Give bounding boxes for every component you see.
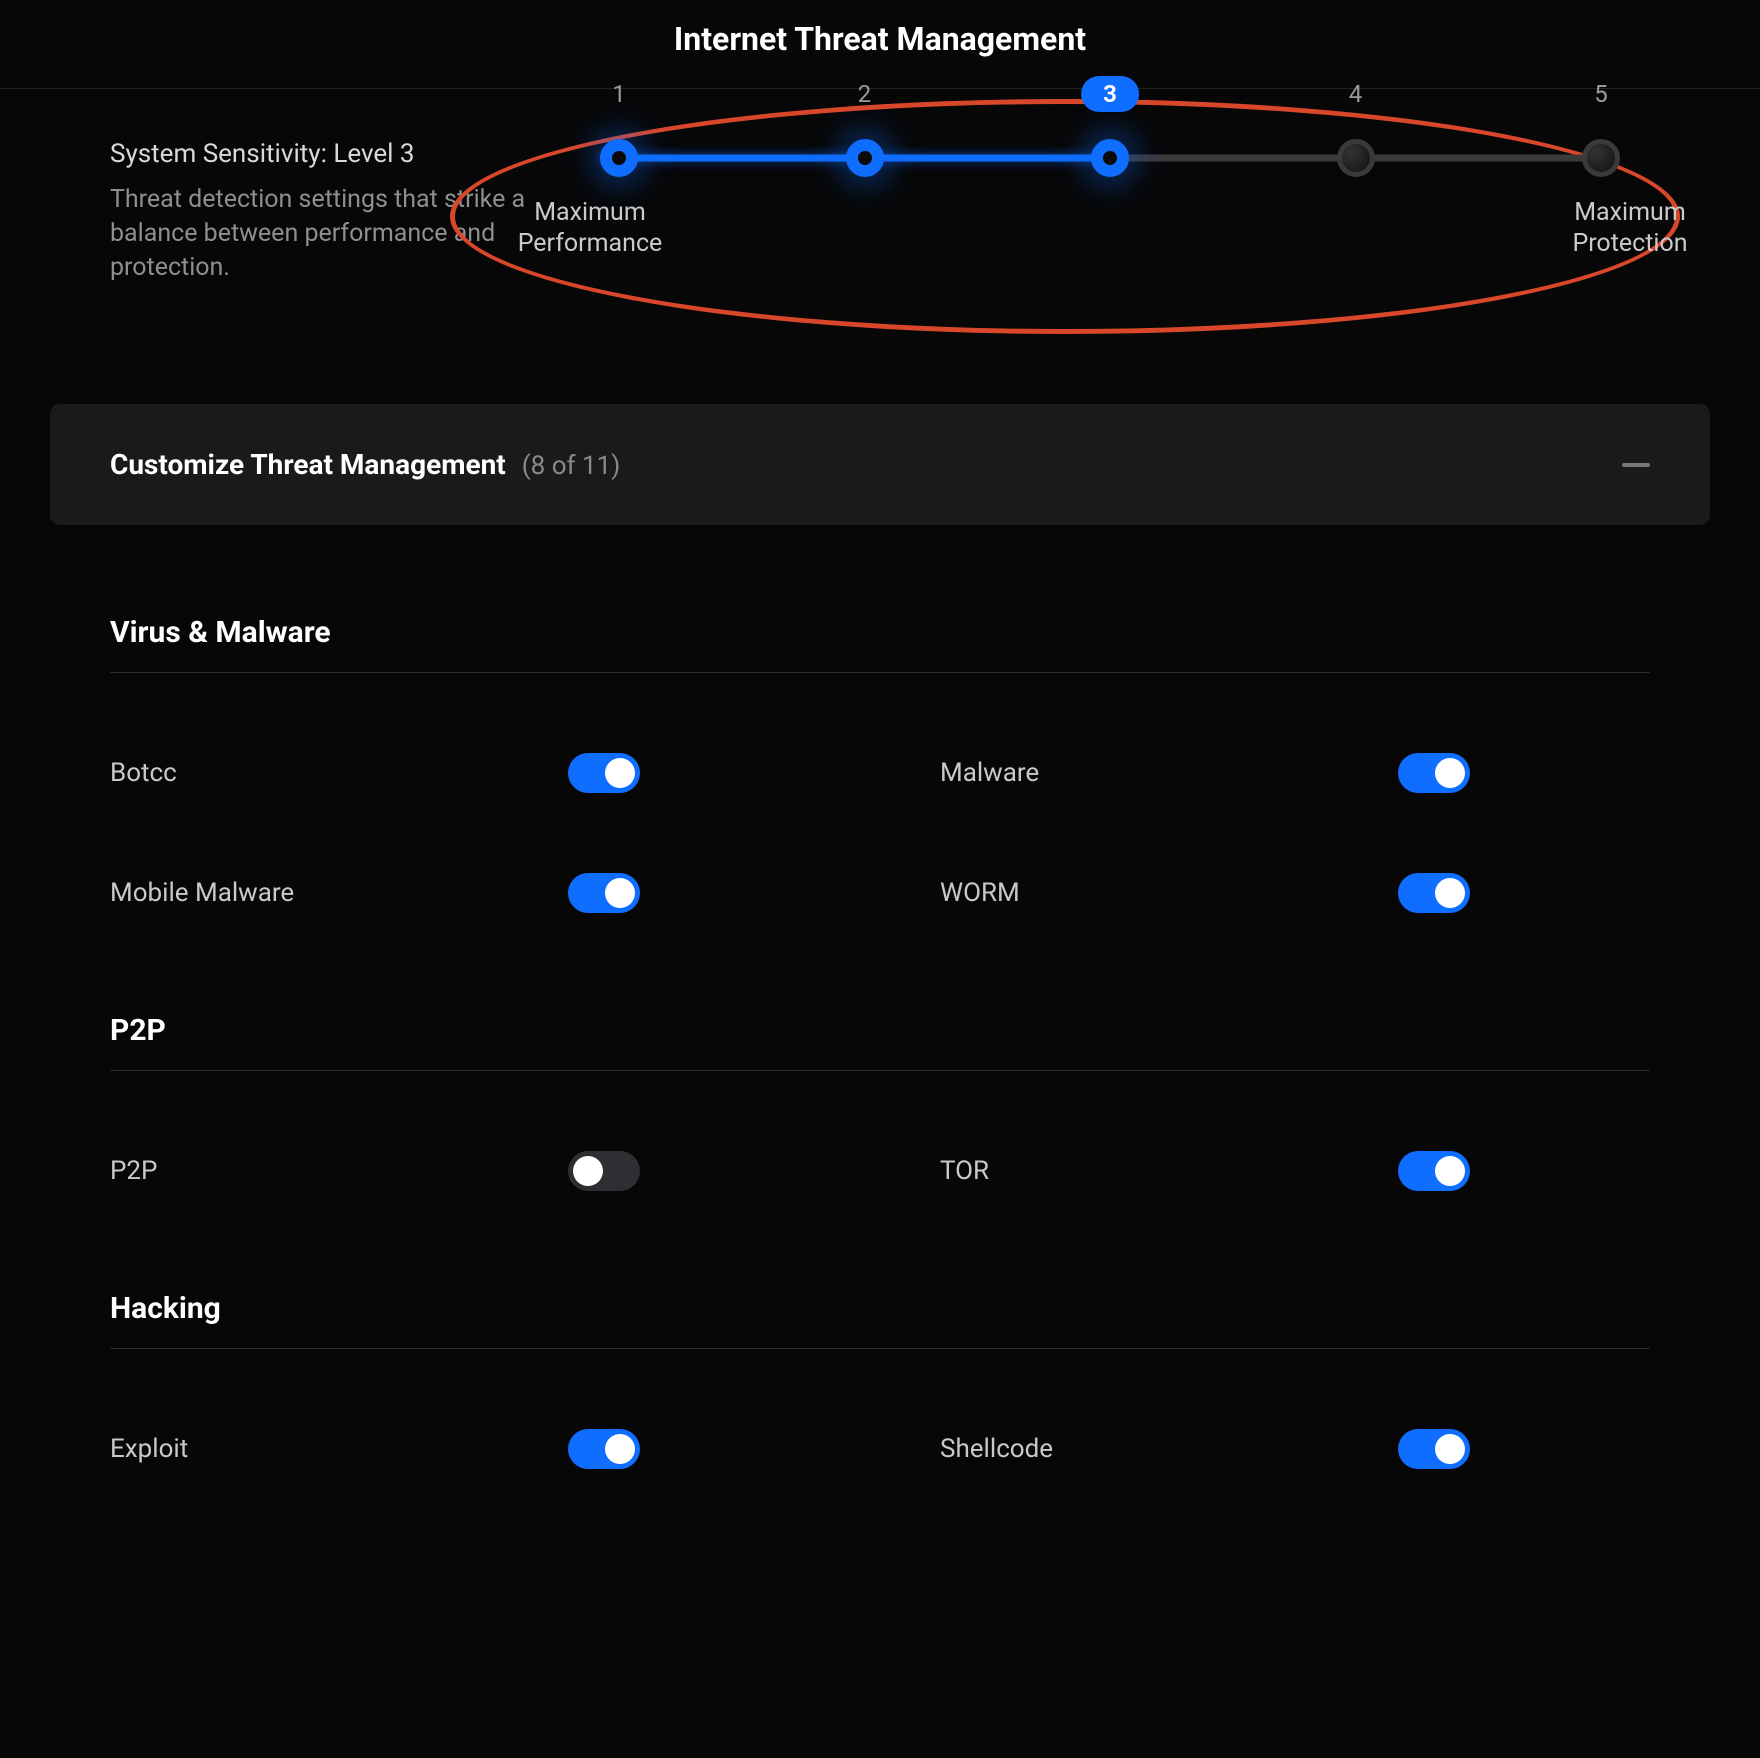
sensitivity-level-1[interactable]: 1 xyxy=(600,139,638,177)
sensitivity-level-label: 2 xyxy=(858,80,872,108)
customize-count: (8 of 11) xyxy=(522,451,621,481)
toggle-label: Malware xyxy=(940,758,1039,788)
divider xyxy=(0,88,1760,89)
toggle-label: P2P xyxy=(110,1156,157,1186)
toggle-label: Mobile Malware xyxy=(110,878,294,908)
sensitivity-level-3[interactable]: 3 xyxy=(1091,139,1129,177)
toggle-row: Mobile Malware xyxy=(110,873,820,913)
toggle-grid: Botcc Malware Mobile Malware WORM xyxy=(110,753,1650,913)
sensitivity-max-label: Maximum Protection xyxy=(1530,197,1730,260)
toggle-label: TOR xyxy=(940,1156,989,1186)
toggle-knob xyxy=(1435,878,1465,908)
toggle-label: Shellcode xyxy=(940,1434,1053,1464)
toggle-p2p[interactable] xyxy=(568,1151,640,1191)
sensitivity-level-label: 5 xyxy=(1594,80,1608,108)
toggle-mobile-malware[interactable] xyxy=(568,873,640,913)
toggle-malware[interactable] xyxy=(1398,753,1470,793)
sensitivity-section: System Sensitivity: Level 3 Threat detec… xyxy=(50,139,1710,284)
sensitivity-description: Threat detection settings that strike a … xyxy=(110,183,530,284)
page-title: Internet Threat Management xyxy=(0,0,1760,88)
toggle-knob xyxy=(605,758,635,788)
toggle-label: WORM xyxy=(940,878,1020,908)
toggle-tor[interactable] xyxy=(1398,1151,1470,1191)
sensitivity-title: System Sensitivity: Level 3 xyxy=(110,139,530,169)
toggle-exploit[interactable] xyxy=(568,1429,640,1469)
customize-card[interactable]: Customize Threat Management (8 of 11) xyxy=(50,404,1710,525)
toggle-row: Malware xyxy=(940,753,1650,793)
sections-container: Virus & Malware Botcc Malware Mobile Malwar… xyxy=(50,615,1710,1469)
toggle-knob xyxy=(605,878,635,908)
toggle-worm[interactable] xyxy=(1398,873,1470,913)
toggle-knob xyxy=(573,1156,603,1186)
collapse-icon[interactable] xyxy=(1622,463,1650,467)
sensitivity-level-label: 4 xyxy=(1349,80,1363,108)
toggle-row: Exploit xyxy=(110,1429,820,1469)
toggle-botcc[interactable] xyxy=(568,753,640,793)
sensitivity-slider[interactable]: 1 2 3 4 5 xyxy=(600,139,1620,177)
toggle-grid: P2P TOR xyxy=(110,1151,1650,1191)
section-title: Virus & Malware xyxy=(110,615,1650,673)
section-hacking: Hacking Exploit Shellcode xyxy=(50,1291,1710,1469)
toggle-label: Exploit xyxy=(110,1434,188,1464)
toggle-row: TOR xyxy=(940,1151,1650,1191)
toggle-shellcode[interactable] xyxy=(1398,1429,1470,1469)
toggle-knob xyxy=(1435,1434,1465,1464)
sensitivity-level-2[interactable]: 2 xyxy=(846,139,884,177)
sensitivity-level-4[interactable]: 4 xyxy=(1337,139,1375,177)
section-virus-malware: Virus & Malware Botcc Malware Mobile Malwar… xyxy=(50,615,1710,913)
sensitivity-level-label: 1 xyxy=(612,80,626,108)
section-p2p: P2P P2P TOR xyxy=(50,1013,1710,1191)
toggle-row: P2P xyxy=(110,1151,820,1191)
section-title: Hacking xyxy=(110,1291,1650,1349)
toggle-knob xyxy=(1435,1156,1465,1186)
toggle-grid: Exploit Shellcode xyxy=(110,1429,1650,1469)
sensitivity-min-label: Maximum Performance xyxy=(490,197,690,260)
toggle-row: Shellcode xyxy=(940,1429,1650,1469)
section-title: P2P xyxy=(110,1013,1650,1071)
toggle-knob xyxy=(605,1434,635,1464)
customize-title: Customize Threat Management xyxy=(110,448,506,481)
toggle-row: Botcc xyxy=(110,753,820,793)
toggle-knob xyxy=(1435,758,1465,788)
sensitivity-level-label: 3 xyxy=(1081,76,1139,112)
toggle-row: WORM xyxy=(940,873,1650,913)
toggle-label: Botcc xyxy=(110,758,177,788)
sensitivity-level-5[interactable]: 5 xyxy=(1582,139,1620,177)
